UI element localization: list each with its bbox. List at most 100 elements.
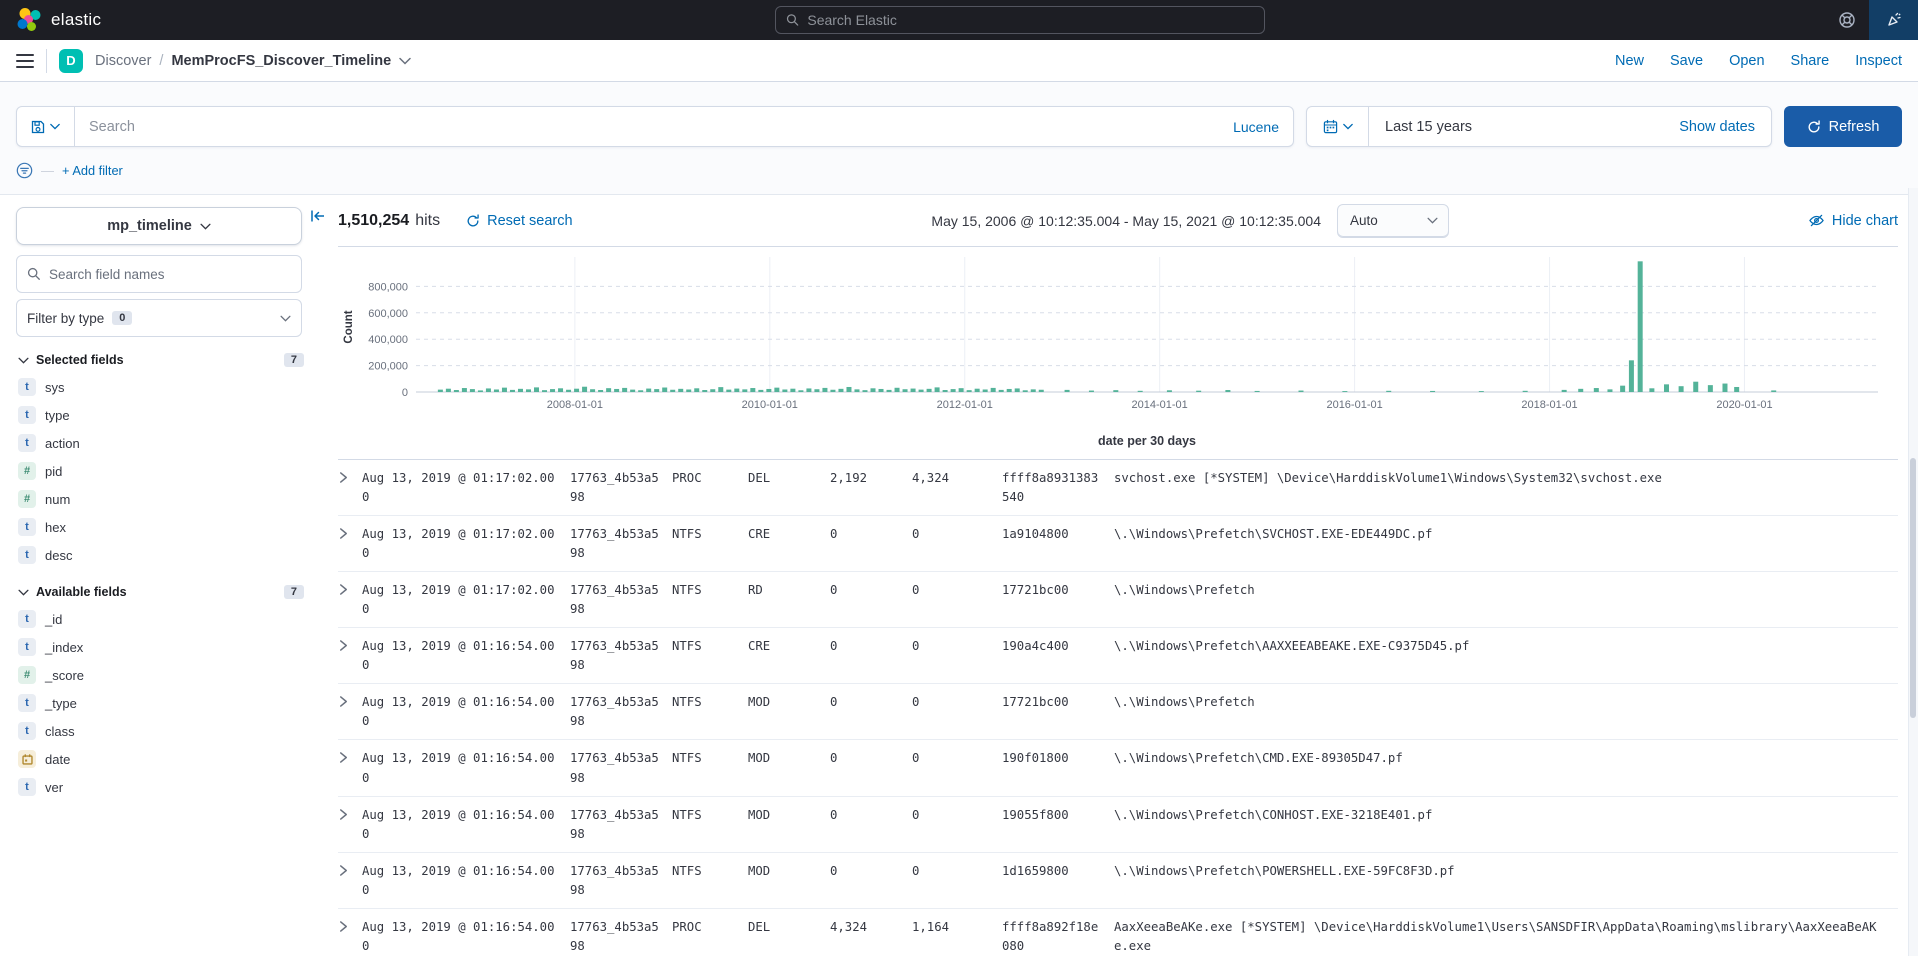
histogram-svg[interactable]: 2008-01-012010-01-012012-01-012014-01-01… [338,249,1898,457]
histogram-bar[interactable] [598,390,603,392]
histogram-bar[interactable] [911,389,916,392]
selected-fields-header[interactable]: Selected fields 7 [18,353,304,367]
breadcrumb-discover[interactable]: Discover [95,53,151,69]
histogram-bar[interactable] [1693,382,1698,392]
expand-row-icon[interactable] [338,469,362,489]
scrollbar[interactable] [1908,188,1918,956]
expand-row-icon[interactable] [338,862,362,882]
time-range-value[interactable]: Last 15 years [1369,119,1663,135]
field-item-num[interactable]: #num [16,485,302,513]
histogram-bar[interactable] [1167,390,1172,392]
field-item-type[interactable]: ttype [16,401,302,429]
histogram-bar[interactable] [790,389,795,392]
histogram-bar[interactable] [1734,387,1739,392]
histogram-bar[interactable] [526,389,531,392]
histogram-bar[interactable] [454,390,459,392]
histogram-bar[interactable] [694,388,699,392]
histogram-bar[interactable] [686,389,691,392]
histogram-bar[interactable] [1342,391,1347,392]
nav-action-inspect[interactable]: Inspect [1855,53,1902,69]
global-search-input[interactable] [807,12,1254,28]
histogram-bar[interactable] [967,390,972,392]
histogram-bar[interactable] [1649,388,1654,392]
histogram-bar[interactable] [662,388,667,392]
histogram-bar[interactable] [959,388,964,392]
add-filter-link[interactable]: + Add filter [62,163,123,178]
field-item-_index[interactable]: t_index [16,633,302,661]
histogram-bar[interactable] [750,388,755,392]
histogram-bar[interactable] [1430,391,1435,392]
field-item-ver[interactable]: tver [16,773,302,801]
histogram-bar[interactable] [446,389,451,392]
histogram-bar[interactable] [654,389,659,392]
histogram-bar[interactable] [1196,391,1201,392]
date-quick-select-button[interactable] [1307,107,1369,146]
histogram-bar[interactable] [1015,388,1020,392]
histogram-bar[interactable] [1138,391,1143,392]
histogram-bar[interactable] [919,390,924,392]
histogram-bar[interactable] [1664,384,1669,392]
histogram-bar[interactable] [574,389,579,392]
field-item-hex[interactable]: thex [16,513,302,541]
field-item-pid[interactable]: #pid [16,457,302,485]
collapse-sidebar-button[interactable] [310,208,326,224]
histogram-bar[interactable] [1679,386,1684,392]
histogram-bar[interactable] [1638,261,1643,392]
histogram-bar[interactable] [734,389,739,392]
histogram-bar[interactable] [895,388,900,392]
histogram-bar[interactable] [646,389,651,392]
histogram-bar[interactable] [1607,389,1612,392]
histogram-bar[interactable] [710,389,715,392]
histogram-bar[interactable] [1023,390,1028,392]
filter-by-type-button[interactable]: Filter by type 0 [16,299,302,337]
histogram-bar[interactable] [462,388,467,392]
histogram-bar[interactable] [766,389,771,392]
help-button[interactable] [1825,0,1869,40]
nav-action-open[interactable]: Open [1729,53,1764,69]
field-item-class[interactable]: tclass [16,717,302,745]
histogram-bar[interactable] [887,390,892,392]
histogram-bar[interactable] [542,390,547,392]
histogram-bar[interactable] [630,390,635,392]
histogram-bar[interactable] [726,390,731,392]
histogram-bar[interactable] [1722,384,1727,392]
histogram-bar[interactable] [1578,389,1583,392]
scrollbar-thumb[interactable] [1910,458,1916,718]
field-item-_id[interactable]: t_id [16,605,302,633]
histogram-bar[interactable] [718,387,723,392]
histogram-bar[interactable] [622,388,627,392]
histogram-bar[interactable] [846,387,851,392]
histogram-bar[interactable] [822,388,827,392]
expand-row-icon[interactable] [338,918,362,938]
histogram-bar[interactable] [1479,391,1484,392]
show-dates-link[interactable]: Show dates [1663,119,1771,135]
field-item-sys[interactable]: tsys [16,373,302,401]
nav-action-new[interactable]: New [1615,53,1644,69]
expand-row-icon[interactable] [338,693,362,713]
histogram-bar[interactable] [1113,390,1118,392]
histogram-bar[interactable] [1594,388,1599,392]
histogram-bar[interactable] [678,389,683,392]
histogram-bar[interactable] [582,387,587,392]
expand-row-icon[interactable] [338,581,362,601]
histogram-bar[interactable] [606,388,611,392]
histogram-bar[interactable] [702,390,707,392]
refresh-button[interactable]: Refresh [1784,106,1902,147]
field-item-_score[interactable]: #_score [16,661,302,689]
field-item-desc[interactable]: tdesc [16,541,302,569]
histogram-bar[interactable] [879,389,884,392]
saved-query-button[interactable] [17,107,75,146]
index-pattern-selector[interactable]: mp_timeline [16,207,302,245]
nav-action-save[interactable]: Save [1670,53,1703,69]
query-search-input[interactable] [75,119,1219,135]
histogram-bar[interactable] [1039,390,1044,392]
field-item-_type[interactable]: t_type [16,689,302,717]
histogram-bar[interactable] [1562,390,1567,392]
histogram-bar[interactable] [991,388,996,392]
nav-action-share[interactable]: Share [1791,53,1830,69]
histogram-bar[interactable] [502,388,507,392]
chevron-down-icon[interactable] [399,57,411,65]
histogram-bar[interactable] [1298,391,1303,392]
histogram-bar[interactable] [999,390,1004,392]
histogram-bar[interactable] [558,388,563,392]
